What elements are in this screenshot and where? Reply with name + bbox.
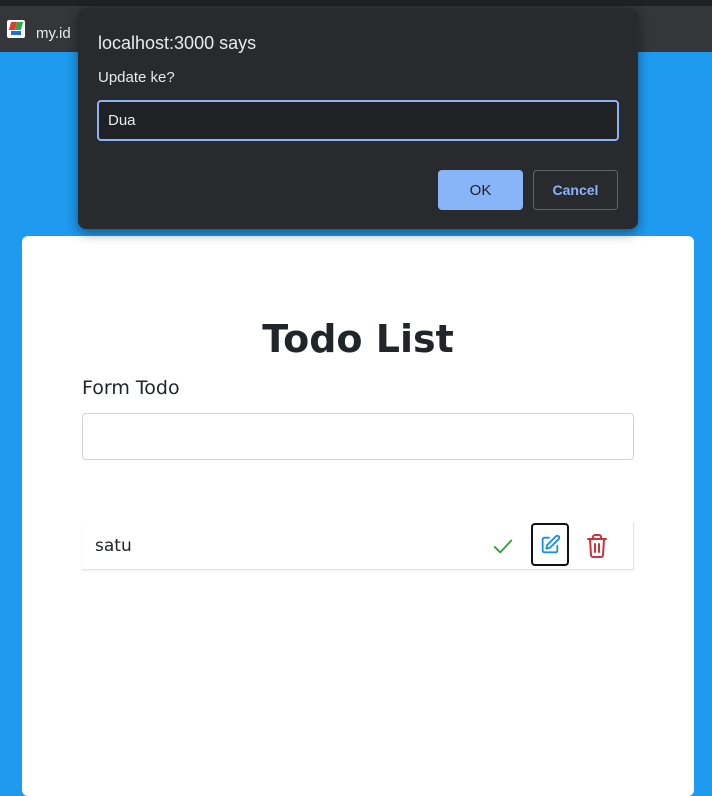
prompt-dialog: localhost:3000 says Update ke? OK Cancel [78, 8, 638, 229]
dialog-origin: localhost:3000 says [98, 33, 257, 53]
ok-button[interactable]: OK [438, 170, 523, 210]
todo-list-item: satu [82, 522, 634, 570]
dialog-input[interactable] [97, 100, 619, 141]
dialog-message: Update ke? [98, 69, 175, 86]
check-icon [493, 539, 513, 554]
page-title: Todo List [262, 317, 454, 361]
app-logo-icon [7, 20, 25, 38]
trash-icon [587, 534, 607, 558]
cancel-button[interactable]: Cancel [533, 170, 618, 210]
form-label: Form Todo [82, 377, 180, 399]
todo-text: satu [95, 536, 132, 556]
edit-icon [541, 534, 561, 553]
browser-tab-title[interactable]: my.id [36, 25, 71, 43]
todo-input[interactable] [82, 413, 634, 460]
delete-button[interactable] [579, 522, 615, 570]
edit-button[interactable] [531, 523, 569, 566]
complete-button[interactable] [487, 522, 519, 570]
todo-card: Todo List Form Todo satu [22, 236, 694, 796]
